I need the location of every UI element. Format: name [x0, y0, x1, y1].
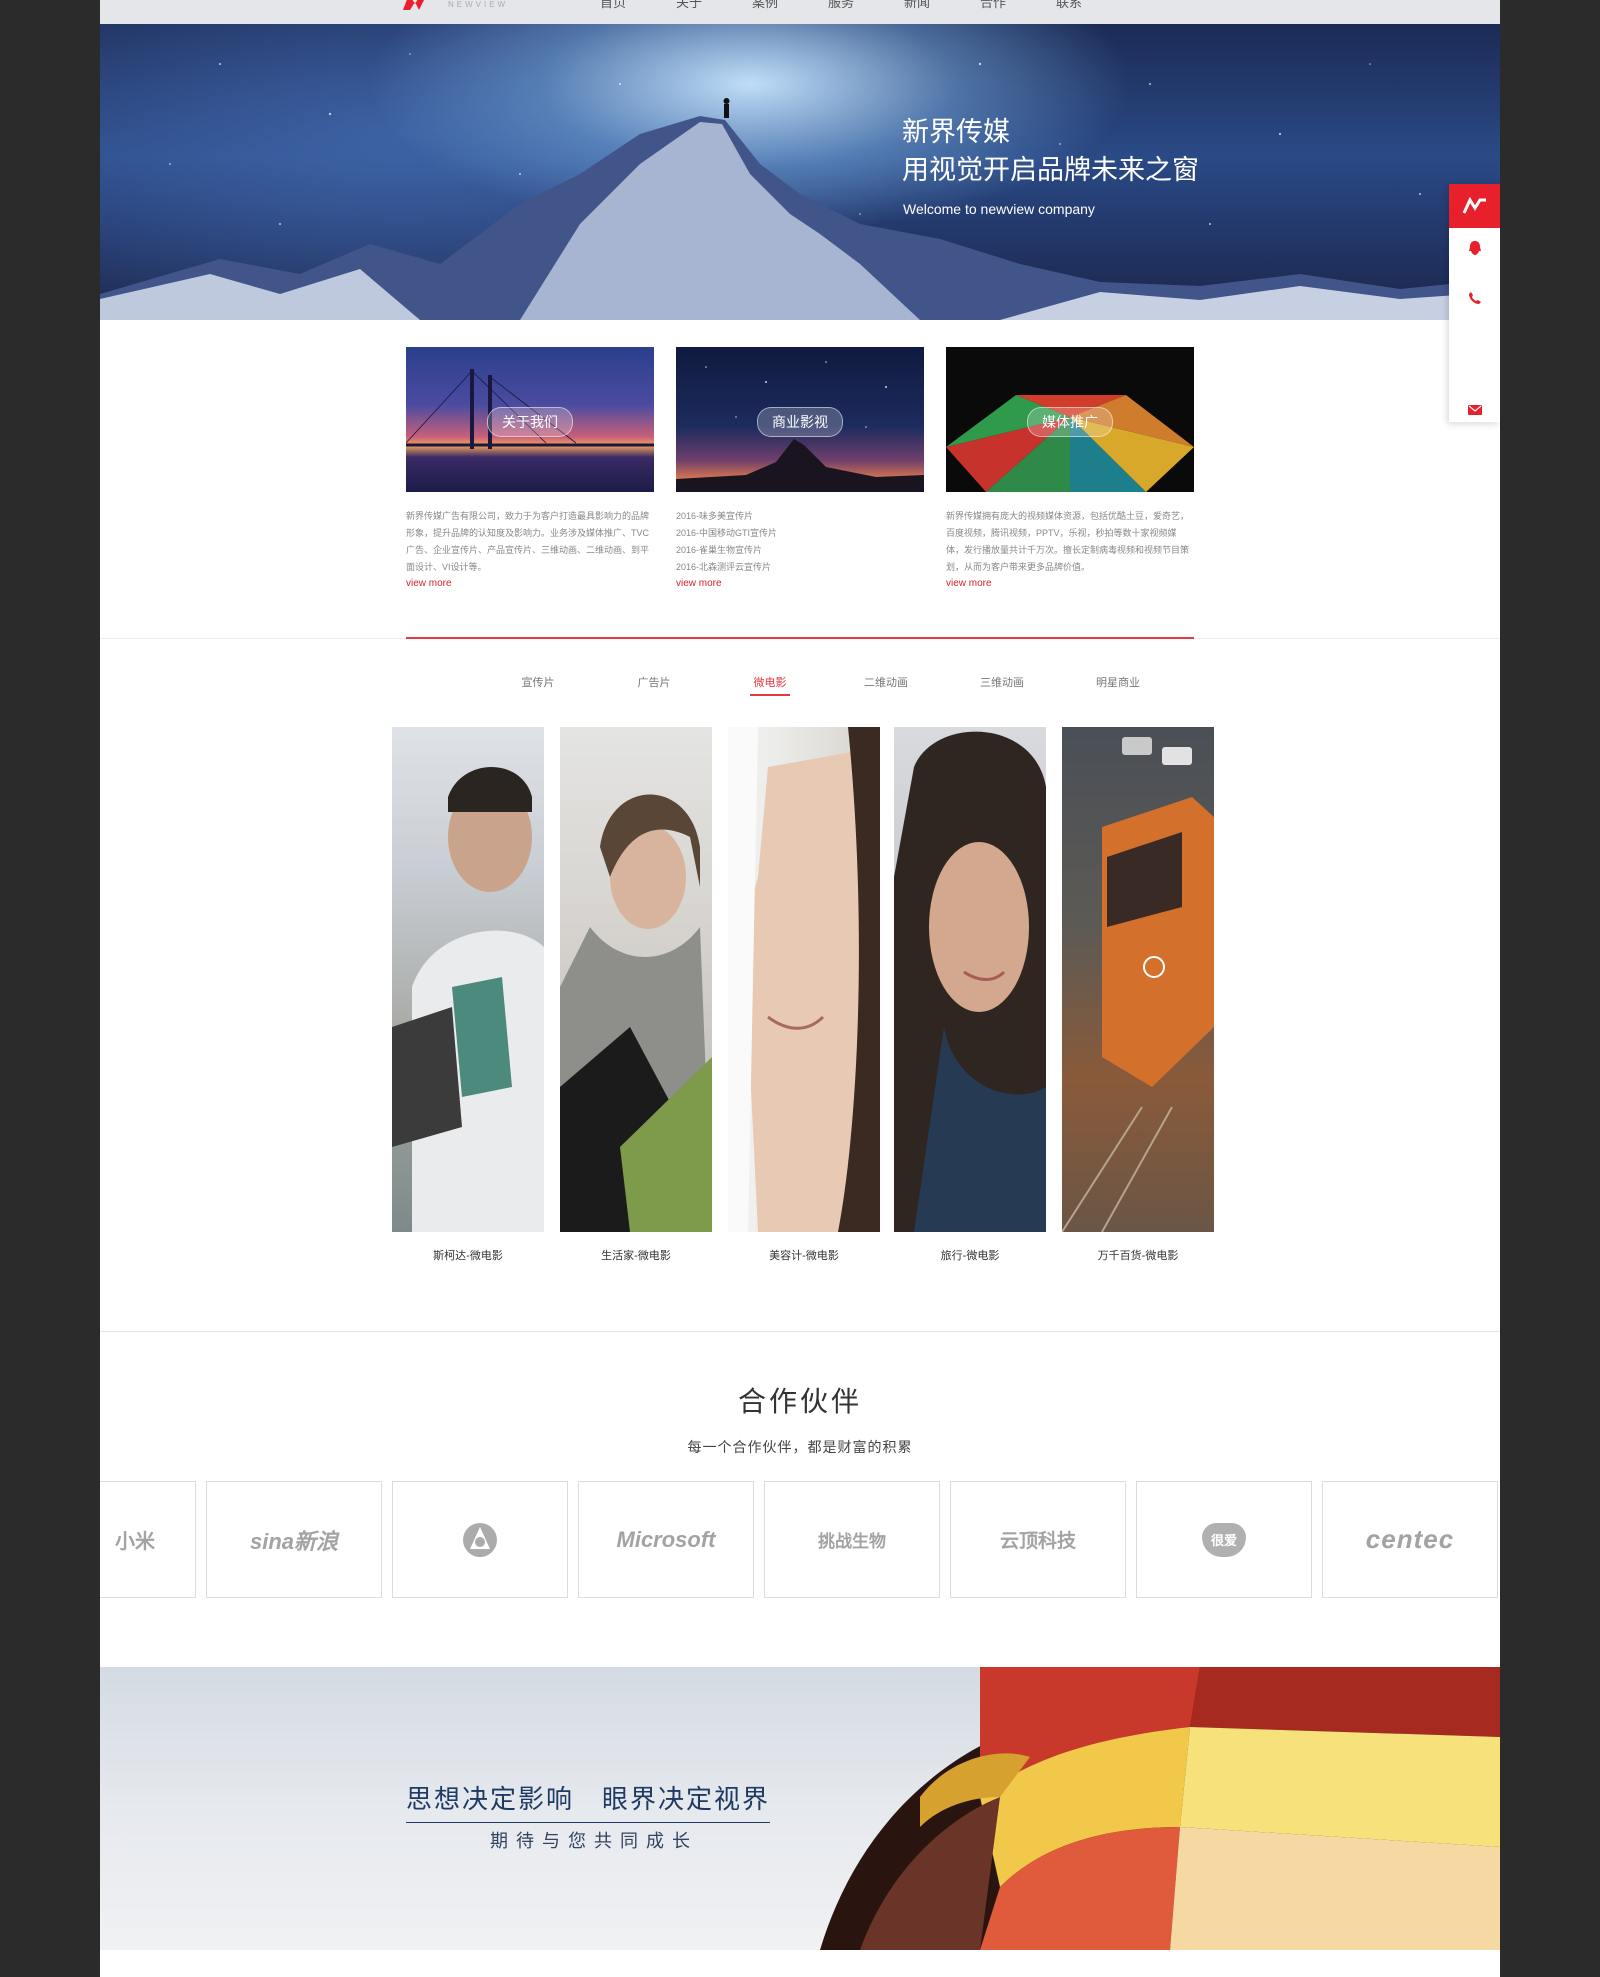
- tab-promo-film[interactable]: 宣传片: [480, 674, 596, 690]
- banner-subtitle: 期待与您共同成长: [490, 1831, 698, 1852]
- logo-text: NEWVIEW: [448, 0, 509, 9]
- partner-logo-challenge[interactable]: 挑战生物: [764, 1481, 940, 1598]
- hero-title-line2: 用视觉开启品牌未来之窗: [902, 155, 1199, 186]
- umbrella-image[interactable]: 媒体推广: [946, 347, 1194, 492]
- tab-3d-animation[interactable]: 三维动画: [944, 674, 1060, 690]
- film-thumbnail[interactable]: [560, 727, 712, 1232]
- partner-logo-text: centec: [1365, 1524, 1455, 1554]
- nav-item[interactable]: 合作: [980, 0, 1006, 11]
- tram-street-image: [1062, 737, 1214, 1232]
- partner-logo-text: 小米: [115, 1531, 155, 1553]
- card-tag[interactable]: 商业影视: [757, 407, 843, 437]
- nav-item[interactable]: 服务: [828, 0, 854, 11]
- hero-title-line1: 新界传媒: [902, 117, 1010, 148]
- film-caption[interactable]: 万千百货-微电影: [1062, 1247, 1214, 1263]
- hero-subtitle: Welcome to newview company: [903, 201, 1095, 217]
- banner-title: 思想决定影响 眼界决定视界: [406, 1779, 771, 1823]
- newview-logo-icon[interactable]: [402, 0, 428, 10]
- mail-icon[interactable]: [1449, 402, 1500, 418]
- logo-icon[interactable]: [1449, 184, 1500, 228]
- list-item[interactable]: 2016-味多美宣传片: [676, 508, 924, 525]
- divider: [100, 1331, 1500, 1332]
- list-item[interactable]: 2016-中国移动GTI宣传片: [676, 525, 924, 542]
- partner-logo-text: 云顶科技: [999, 1531, 1076, 1552]
- accent-divider: [406, 637, 1194, 639]
- partner-logo-sina[interactable]: sina新浪: [206, 1481, 382, 1598]
- heart-icon: 很爱: [1202, 1522, 1246, 1557]
- partner-logo-text: 很爱: [1210, 1533, 1237, 1548]
- view-more-link[interactable]: view more: [946, 576, 1194, 592]
- hero-banner: 新界传媒 用视觉开启品牌未来之窗 Welcome to newview comp…: [100, 24, 1500, 320]
- portrait-woman-smile-image: [894, 731, 1046, 1232]
- hero-mountain-image: [100, 53, 1500, 320]
- film-thumbnail[interactable]: [894, 727, 1046, 1232]
- film-caption[interactable]: 生活家-微电影: [560, 1247, 712, 1263]
- category-tabs: 宣传片 广告片 微电影 二维动画 三维动画 明星商业: [480, 674, 1176, 696]
- film-list: 2016-味多美宣传片 2016-中国移动GTI宣传片 2016-雀巢生物宣传片…: [676, 508, 924, 576]
- list-item[interactable]: 2016-北森测评云宣传片: [676, 559, 924, 576]
- partner-logo-text: sina新浪: [249, 1528, 339, 1554]
- nav-item[interactable]: 首页: [600, 0, 626, 11]
- portrait-woman-profile-image: [728, 727, 880, 1232]
- card-commercial-film[interactable]: 商业影视 2016-味多美宣传片 2016-中国移动GTI宣传片 2016-雀巢…: [676, 347, 924, 592]
- card-description: 新界传媒广告有限公司，致力于为客户打造最具影响力的品牌形象，提升品牌的认知度及影…: [406, 511, 650, 572]
- card-media-promotion[interactable]: 媒体推广 新界传媒拥有庞大的视频媒体资源，包括优酷土豆，爱奇艺，百度视频，腾讯视…: [946, 347, 1194, 592]
- portrait-woman-scarf-image: [560, 794, 712, 1232]
- view-more-link[interactable]: view more: [676, 576, 924, 592]
- partners-title: 合作伙伴: [737, 1386, 862, 1417]
- tab-2d-animation[interactable]: 二维动画: [828, 674, 944, 690]
- nav-item[interactable]: 关于: [676, 0, 702, 11]
- film-thumbnail[interactable]: [392, 727, 544, 1232]
- phone-icon[interactable]: [1449, 291, 1500, 308]
- card-description: 新界传媒拥有庞大的视频媒体资源，包括优酷土豆，爱奇艺，百度视频，腾讯视频，PPT…: [946, 511, 1190, 572]
- qq-icon[interactable]: [1449, 240, 1500, 259]
- partner-logo-text: Microsoft: [616, 1526, 716, 1552]
- film-caption[interactable]: 旅行-微电影: [894, 1247, 1046, 1263]
- top-navigation: NEWVIEW 首页 关于 案例 服务 新闻 合作 联系: [100, 0, 1500, 24]
- partner-logo-heart[interactable]: 很爱: [1136, 1481, 1312, 1598]
- view-more-link[interactable]: view more: [406, 576, 654, 592]
- card-tag[interactable]: 媒体推广: [1027, 407, 1113, 437]
- portrait-man-image: [392, 767, 544, 1232]
- bottom-banner: 思想决定影响 眼界决定视界 期待与您共同成长: [100, 1667, 1500, 1950]
- parachute-image: [820, 1667, 1500, 1950]
- film-caption[interactable]: 斯柯达-微电影: [392, 1247, 544, 1263]
- page: NEWVIEW 首页 关于 案例 服务 新闻 合作 联系 新界传媒 用视觉开启品…: [100, 0, 1500, 1977]
- partner-logo-yunding[interactable]: 云顶科技: [950, 1481, 1126, 1598]
- tab-micro-film[interactable]: 微电影: [712, 674, 828, 696]
- nav-menu: 首页 关于 案例 服务 新闻 合作 联系: [600, 0, 1082, 11]
- card-tag[interactable]: 关于我们: [487, 407, 573, 437]
- tab-celebrity-commercial[interactable]: 明星商业: [1060, 674, 1176, 690]
- nav-item[interactable]: 联系: [1056, 0, 1082, 11]
- partner-logo-centec[interactable]: centec: [1322, 1481, 1498, 1598]
- film-thumbnail[interactable]: [728, 727, 880, 1232]
- night-mountain-image[interactable]: 商业影视: [676, 347, 924, 492]
- film-thumbnail[interactable]: [1062, 727, 1214, 1232]
- card-about-us[interactable]: 关于我们 新界传媒广告有限公司，致力于为客户打造最具影响力的品牌形象，提升品牌的…: [406, 347, 654, 592]
- partner-logo-xiaomi[interactable]: 小米: [100, 1481, 196, 1598]
- nav-item[interactable]: 新闻: [904, 0, 930, 11]
- bridge-sunset-image[interactable]: 关于我们: [406, 347, 654, 492]
- list-item[interactable]: 2016-雀巢生物宣传片: [676, 542, 924, 559]
- film-caption[interactable]: 美容计-微电影: [728, 1247, 880, 1263]
- side-contact-bar: [1449, 184, 1500, 422]
- partner-logo-microsoft[interactable]: Microsoft: [578, 1481, 754, 1598]
- partner-logo-circle[interactable]: [392, 1481, 568, 1598]
- partners-subtitle: 每一个合作伙伴，都是财富的积累: [687, 1439, 913, 1455]
- partner-logo-icon: [463, 1522, 497, 1557]
- nav-item[interactable]: 案例: [752, 0, 778, 11]
- tab-ad-film[interactable]: 广告片: [596, 674, 712, 690]
- partner-logo-text: 挑战生物: [818, 1532, 886, 1551]
- hero-title: 新界传媒 用视觉开启品牌未来之窗: [902, 114, 1199, 190]
